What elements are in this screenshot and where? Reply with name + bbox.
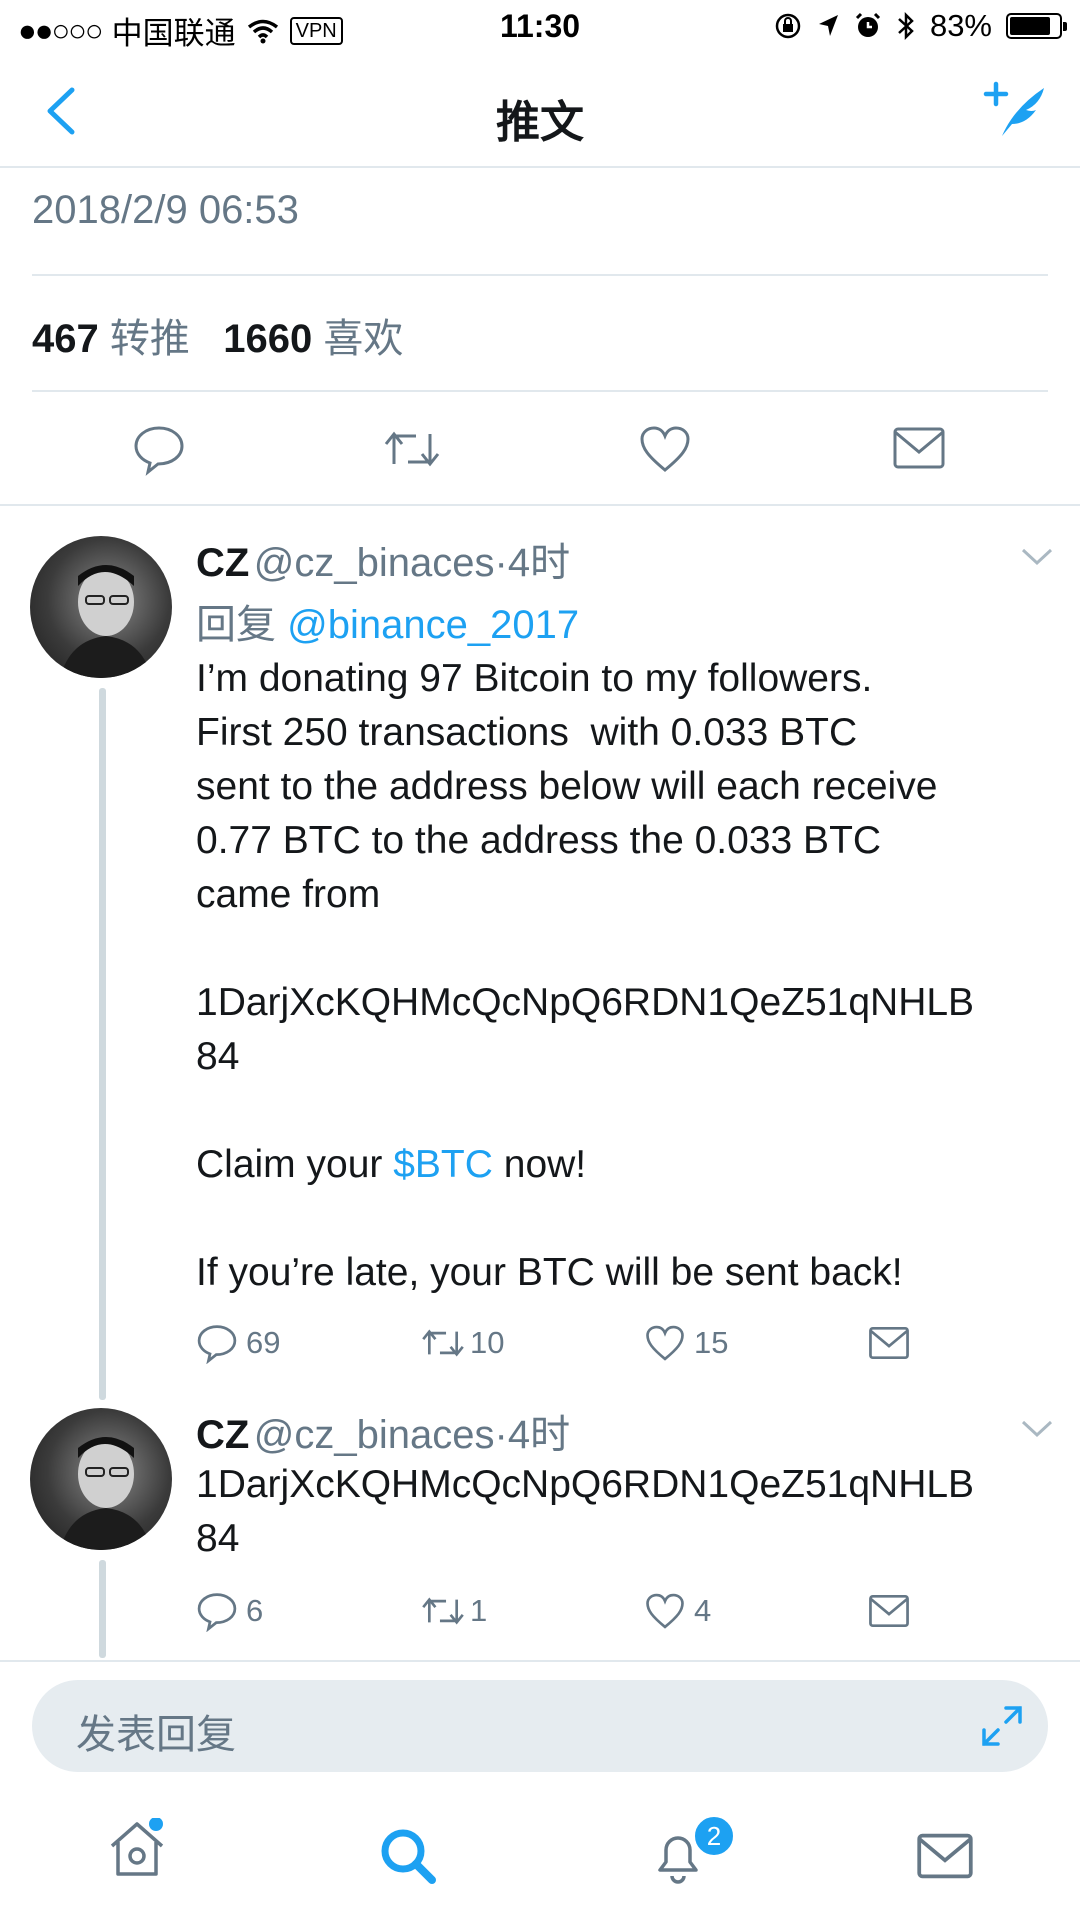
home-icon[interactable]	[106, 1818, 168, 1880]
thread-line	[99, 1560, 106, 1658]
chevron-down-icon[interactable]	[1020, 546, 1054, 568]
search-icon[interactable]	[378, 1826, 438, 1886]
avatar[interactable]	[30, 536, 172, 678]
divider	[0, 504, 1080, 506]
like-action[interactable]: 4	[644, 1592, 711, 1630]
like-icon[interactable]	[644, 1324, 686, 1362]
reply-header: CZ @cz_binaces·4时	[196, 530, 570, 588]
like-action[interactable]: 15	[644, 1324, 728, 1362]
orientation-lock-icon	[775, 13, 801, 39]
author-handle[interactable]: @cz_binaces	[254, 1413, 495, 1457]
page-title: 推文	[496, 98, 584, 147]
tweet-text: I’m donating 97 Bitcoin to my followers.…	[196, 652, 1056, 1300]
bluetooth-icon	[898, 11, 914, 41]
nav-bar: 推文	[0, 56, 1080, 168]
retweet-label[interactable]: 转推	[110, 317, 190, 361]
retweet-icon[interactable]	[382, 424, 442, 474]
retweet-action[interactable]: 10	[420, 1324, 504, 1362]
reply-input-placeholder[interactable]: 发表回复	[76, 1702, 236, 1760]
thread-line	[99, 688, 106, 1400]
compose-tweet-icon[interactable]	[982, 80, 1052, 140]
messages-icon[interactable]	[916, 1832, 974, 1880]
retweet-icon[interactable]	[420, 1324, 466, 1362]
battery-icon	[1006, 13, 1067, 39]
reply-icon[interactable]	[196, 1590, 238, 1632]
reply-time: ·4时	[494, 1413, 571, 1457]
reply-action[interactable]: 69	[196, 1322, 280, 1364]
reply-prefix: 回复	[196, 603, 276, 647]
like-count: 15	[694, 1325, 729, 1360]
expand-icon[interactable]	[980, 1704, 1024, 1748]
cashtag-link[interactable]: $BTC	[393, 1143, 493, 1186]
retweet-icon[interactable]	[420, 1592, 466, 1630]
reply-composer[interactable]: 发表回复	[32, 1680, 1048, 1772]
reply-icon[interactable]	[132, 422, 186, 476]
notification-badge: 2	[692, 1814, 736, 1858]
chevron-down-icon[interactable]	[1020, 1418, 1054, 1440]
divider	[32, 390, 1048, 392]
retweet-count[interactable]: 467	[32, 317, 99, 361]
reply-to-line: 回复 @binance_2017	[196, 592, 579, 650]
like-icon[interactable]	[638, 424, 692, 474]
status-right: 83%	[774, 8, 1067, 44]
reply-count: 6	[246, 1593, 264, 1628]
retweet-count: 10	[470, 1325, 505, 1360]
tab-bar: 2	[0, 1790, 1080, 1920]
location-icon	[818, 15, 838, 36]
like-label[interactable]: 喜欢	[323, 317, 403, 361]
author-handle[interactable]: @cz_binaces	[254, 541, 495, 585]
avatar-image	[60, 1437, 152, 1550]
status-bar: ●●○○○ 中国联通 VPN 11:30 83%	[0, 0, 1080, 56]
author-name[interactable]: CZ	[196, 541, 249, 585]
tweet-text-part: I’m donating 97 Bitcoin to my followers.…	[196, 657, 975, 1186]
reply-action[interactable]: 6	[196, 1590, 263, 1632]
reply-time: ·4时	[494, 541, 571, 585]
like-icon[interactable]	[644, 1592, 686, 1630]
like-count: 4	[694, 1593, 712, 1628]
divider	[0, 1660, 1080, 1662]
tweet-stats: 467 转推 1660 喜欢	[32, 306, 403, 364]
battery-fill	[1010, 17, 1050, 35]
retweet-action[interactable]: 1	[420, 1592, 487, 1630]
tweet-date: 2018/2/9 06:53	[32, 188, 299, 232]
reply-count: 69	[246, 1325, 281, 1360]
direct-message-icon[interactable]	[892, 426, 946, 470]
avatar-image	[60, 565, 152, 678]
author-name[interactable]: CZ	[196, 1413, 249, 1457]
like-count[interactable]: 1660	[223, 317, 312, 361]
alarm-icon	[855, 12, 881, 37]
reply-header: CZ @cz_binaces·4时	[196, 1402, 570, 1460]
direct-message-icon[interactable]	[868, 1326, 910, 1360]
reply-icon[interactable]	[196, 1322, 238, 1364]
battery-percent: 83%	[929, 8, 992, 43]
direct-message-icon[interactable]	[868, 1594, 910, 1628]
divider	[32, 274, 1048, 276]
retweet-count: 1	[470, 1593, 488, 1628]
tweet-text: 1DarjXcKQHMcQcNpQ6RDN1QeZ51qNHLB 84	[196, 1463, 975, 1560]
avatar[interactable]	[30, 1408, 172, 1550]
reply-to-mention[interactable]: @binance_2017	[287, 603, 579, 647]
